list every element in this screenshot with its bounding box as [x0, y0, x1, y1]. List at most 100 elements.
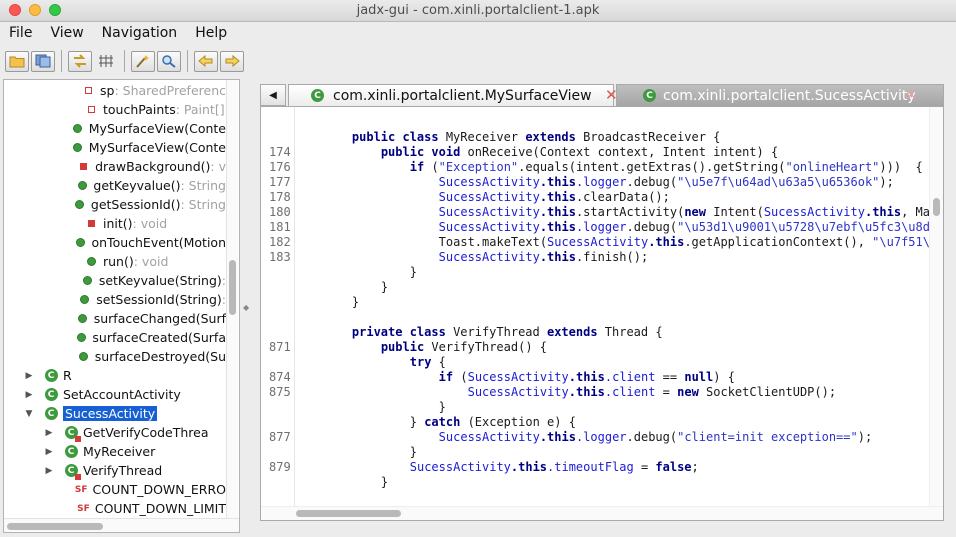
method-public-icon	[76, 312, 89, 326]
method-public-icon	[75, 331, 87, 345]
code-text: private class VerifyThread extends Threa…	[295, 325, 663, 340]
editor-horizontal-scroll-thumb[interactable]	[296, 510, 401, 517]
tree-item-type: : String	[180, 178, 227, 193]
expand-arrow-icon[interactable]: ▶	[22, 371, 36, 381]
line-number: 174	[269, 145, 291, 159]
code-text: public void onReceive(Context context, I…	[295, 145, 778, 160]
code-token: Thread {	[604, 325, 663, 339]
code-area[interactable]: public class MyReceiver extends Broadcas…	[261, 107, 931, 507]
tree-item[interactable]: sp : SharedPreferenc	[4, 81, 226, 100]
code-line: 874 if (SucessActivity.this.client == nul…	[261, 370, 931, 385]
tree-item[interactable]: ▶ C SetAccountActivity	[4, 385, 226, 404]
tree-item[interactable]: onTouchEvent(Motion	[4, 233, 226, 252]
collapse-arrow-icon[interactable]: ▼	[22, 409, 36, 419]
tree-item[interactable]: getKeyvalue() : String	[4, 176, 226, 195]
back-icon	[198, 54, 213, 68]
tree-item[interactable]: SF COUNT_DOWN_LIMIT	[4, 499, 226, 518]
tab-label: com.xinli.portalclient.SucessActivity	[663, 87, 916, 104]
tree-item[interactable]: run() : void	[4, 252, 226, 271]
tree-item[interactable]: setSessionId(String) :	[4, 290, 226, 309]
tree-item-name: surfaceDestroyed(Su	[94, 349, 226, 364]
tree-horizontal-scrollbar[interactable]	[4, 518, 239, 532]
menu-help[interactable]: Help	[186, 25, 236, 41]
expand-arrow-icon[interactable]: ▶	[42, 428, 56, 438]
tab-scroll-left-button[interactable]: ◀	[260, 84, 286, 106]
tree-vertical-scroll-thumb[interactable]	[229, 260, 236, 315]
tree-item-name: init()	[103, 216, 133, 231]
open-file-button[interactable]	[5, 50, 29, 72]
forward-button[interactable]	[220, 50, 244, 72]
code-token: .timeoutFlag	[547, 460, 641, 474]
tree-vertical-scrollbar[interactable]	[226, 80, 238, 518]
tree-item[interactable]: touchPaints : Paint[]	[4, 100, 226, 119]
tree-horizontal-scroll-thumb[interactable]	[7, 523, 103, 530]
code-text: SucessActivity.this.logger.debug("\u5e7f…	[295, 175, 894, 190]
save-all-button[interactable]	[31, 50, 55, 72]
code-text: SucessActivity.this.clearData();	[295, 190, 670, 205]
tree-item[interactable]: ▶ C VerifyThread	[4, 461, 226, 480]
close-tab-icon[interactable]: ✕	[905, 86, 918, 104]
code-string: "\u53d1\u9001\u5728\u7ebf\u5fc3\u8df3\u6…	[677, 220, 931, 234]
code-line: 180 SucessActivity.this.startActivity(new…	[261, 205, 931, 220]
field-private-icon	[84, 103, 98, 117]
code-token: .debug(	[626, 175, 678, 189]
code-keyword: if	[438, 370, 461, 384]
menu-file[interactable]: File	[0, 25, 41, 41]
code-keyword: .this	[539, 190, 576, 204]
code-keyword: false	[655, 460, 692, 474]
code-token: SucessActivity	[763, 205, 865, 219]
editor-horizontal-scrollbar[interactable]	[261, 506, 943, 520]
tree-item[interactable]: drawBackground() : v	[4, 157, 226, 176]
editor-vertical-scrollbar[interactable]	[929, 107, 943, 507]
tree-item[interactable]: surfaceCreated(Surfa	[4, 328, 226, 347]
tree-item[interactable]: MySurfaceView(Conte	[4, 119, 226, 138]
inner-class-private-icon: C	[64, 426, 81, 442]
tree-item[interactable]: ▶ C R	[4, 366, 226, 385]
code-keyword: if	[409, 160, 432, 174]
tree-item-type: : String	[180, 197, 227, 212]
tab-sucessactivity[interactable]: C com.xinli.portalclient.SucessActivity …	[616, 84, 944, 106]
code-keyword: .this	[864, 205, 902, 219]
tree-item[interactable]: ▼ C SucessActivity	[4, 404, 226, 423]
code-token: Intent(	[713, 205, 764, 219]
class-icon: C	[311, 89, 324, 102]
code-token: }	[409, 415, 425, 429]
tree-item[interactable]: setKeyvalue(String) :	[4, 271, 226, 290]
class-search-button[interactable]	[157, 50, 181, 72]
code-line: } catch (Exception e) {	[261, 415, 931, 430]
flatten-packages-button[interactable]	[94, 51, 118, 72]
code-line: try {	[261, 355, 931, 370]
expand-arrow-icon[interactable]: ▶	[22, 390, 36, 400]
expand-arrow-icon[interactable]: ▶	[42, 447, 56, 457]
tree-item[interactable]: surfaceDestroyed(Su	[4, 347, 226, 366]
line-number: 874	[269, 370, 291, 384]
code-token: }	[380, 280, 389, 294]
tree-item[interactable]: init() : void	[4, 214, 226, 233]
code-token: ))) {	[879, 160, 923, 174]
splitter-handle[interactable]: ◆	[243, 303, 249, 312]
tree-item[interactable]: SF COUNT_DOWN_ERRO	[4, 480, 226, 499]
tree-item[interactable]: getSessionId() : String	[4, 195, 226, 214]
tree-item[interactable]: ▶ C MyReceiver	[4, 442, 226, 461]
editor-vertical-scroll-thumb[interactable]	[933, 198, 940, 216]
back-button[interactable]	[194, 50, 218, 72]
menu-view[interactable]: View	[41, 25, 92, 41]
text-search-button[interactable]	[131, 50, 155, 72]
method-public-icon	[78, 293, 91, 307]
tree-item[interactable]: surfaceChanged(Surf	[4, 309, 226, 328]
code-line: 183 SucessActivity.this.finish();	[261, 250, 931, 265]
sync-tree-button[interactable]	[68, 50, 92, 72]
code-token: ;	[691, 460, 699, 474]
tree-item-name: onTouchEvent(Motion	[91, 235, 226, 250]
open-file-icon	[9, 56, 25, 68]
menu-navigation[interactable]: Navigation	[93, 25, 187, 41]
tree-item[interactable]: MySurfaceView(Conte	[4, 138, 226, 157]
code-string: "\u5e7f\u64ad\u63a5\u6536ok"	[677, 175, 880, 189]
tree-item[interactable]: ▶ C GetVerifyCodeThrea	[4, 423, 226, 442]
code-line: }	[261, 280, 931, 295]
code-editor[interactable]: public class MyReceiver extends Broadcas…	[260, 106, 944, 521]
expand-arrow-icon[interactable]: ▶	[42, 466, 56, 476]
tab-mysurfaceview[interactable]: C com.xinli.portalclient.MySurfaceView ✕	[288, 84, 618, 106]
code-keyword: public	[380, 340, 432, 354]
class-icon: C	[643, 89, 656, 102]
